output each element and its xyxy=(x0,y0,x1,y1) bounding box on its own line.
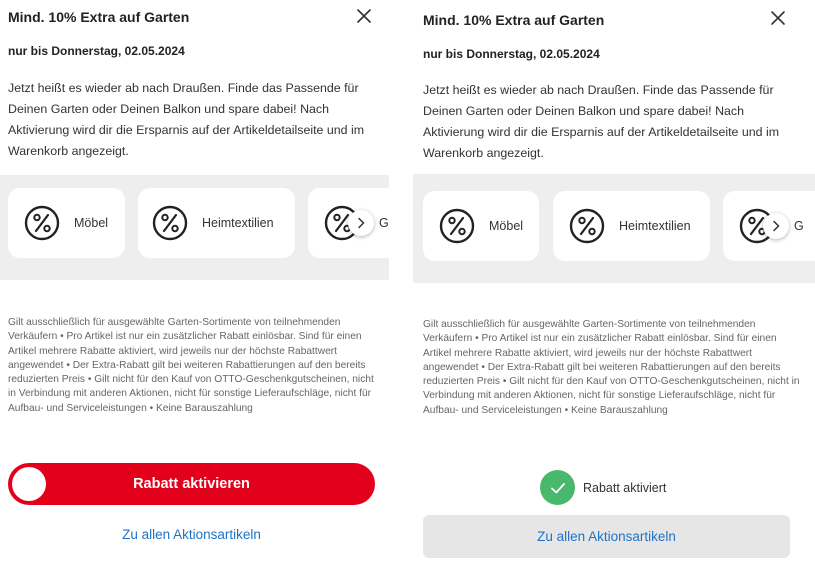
category-label: G xyxy=(794,219,804,233)
category-card-moebel[interactable]: Möbel xyxy=(8,188,125,258)
discount-activated-label: Rabatt aktiviert xyxy=(583,480,667,495)
percent-icon xyxy=(24,205,60,241)
discount-activated-status: Rabatt aktiviert xyxy=(540,470,666,505)
close-icon xyxy=(357,9,371,23)
promo-deadline: nur bis Donnerstag, 02.05.2024 xyxy=(8,44,185,58)
all-promo-items-link[interactable]: Zu allen Aktionsartikeln xyxy=(8,527,375,542)
chevron-right-icon xyxy=(773,220,780,232)
activate-discount-label: Rabatt aktivieren xyxy=(133,476,250,492)
toggle-knob[interactable] xyxy=(12,467,46,501)
promo-dialog-activated: Mind. 10% Extra auf Garten nur bis Donne… xyxy=(413,0,815,576)
percent-icon xyxy=(439,208,475,244)
category-card-heimtextilien[interactable]: Heimtextilien xyxy=(138,188,295,258)
carousel-next-button[interactable] xyxy=(348,210,374,236)
terms-text: Gilt ausschließlich für ausgewählte Gart… xyxy=(8,317,374,414)
all-promo-items-label: Zu allen Aktionsartikeln xyxy=(537,529,676,544)
all-promo-items-button[interactable]: Zu allen Aktionsartikeln xyxy=(423,515,790,558)
percent-icon xyxy=(152,205,188,241)
category-label: Heimtextilien xyxy=(202,216,274,230)
category-carousel: Möbel Heimtextilien G xyxy=(0,175,389,280)
terms-text: Gilt ausschließlich für ausgewählte Gart… xyxy=(423,319,800,416)
close-icon xyxy=(771,11,785,25)
category-card-heimtextilien[interactable]: Heimtextilien xyxy=(553,191,710,261)
promo-description: Jetzt heißt es wieder ab nach Draußen. F… xyxy=(8,81,365,158)
carousel-next-button[interactable] xyxy=(763,213,789,239)
category-card-moebel[interactable]: Möbel xyxy=(423,191,539,261)
category-carousel: Möbel Heimtextilien G xyxy=(413,174,815,283)
category-label: G xyxy=(379,216,389,230)
category-label: Heimtextilien xyxy=(619,219,691,233)
dialog-title: Mind. 10% Extra auf Garten xyxy=(8,9,190,25)
promo-description: Jetzt heißt es wieder ab nach Draußen. F… xyxy=(423,83,780,160)
close-button[interactable] xyxy=(768,8,788,28)
success-badge xyxy=(540,470,575,505)
close-button[interactable] xyxy=(354,6,374,26)
check-icon xyxy=(550,482,565,493)
chevron-right-icon xyxy=(358,217,365,229)
promo-dialog-inactive: Mind. 10% Extra auf Garten nur bis Donne… xyxy=(0,0,389,576)
category-label: Möbel xyxy=(74,216,109,230)
percent-icon xyxy=(569,208,605,244)
promo-deadline: nur bis Donnerstag, 02.05.2024 xyxy=(423,47,600,61)
dialog-title: Mind. 10% Extra auf Garten xyxy=(423,12,605,28)
activate-discount-toggle[interactable]: Rabatt aktivieren xyxy=(8,463,375,505)
category-label: Möbel xyxy=(489,219,524,233)
